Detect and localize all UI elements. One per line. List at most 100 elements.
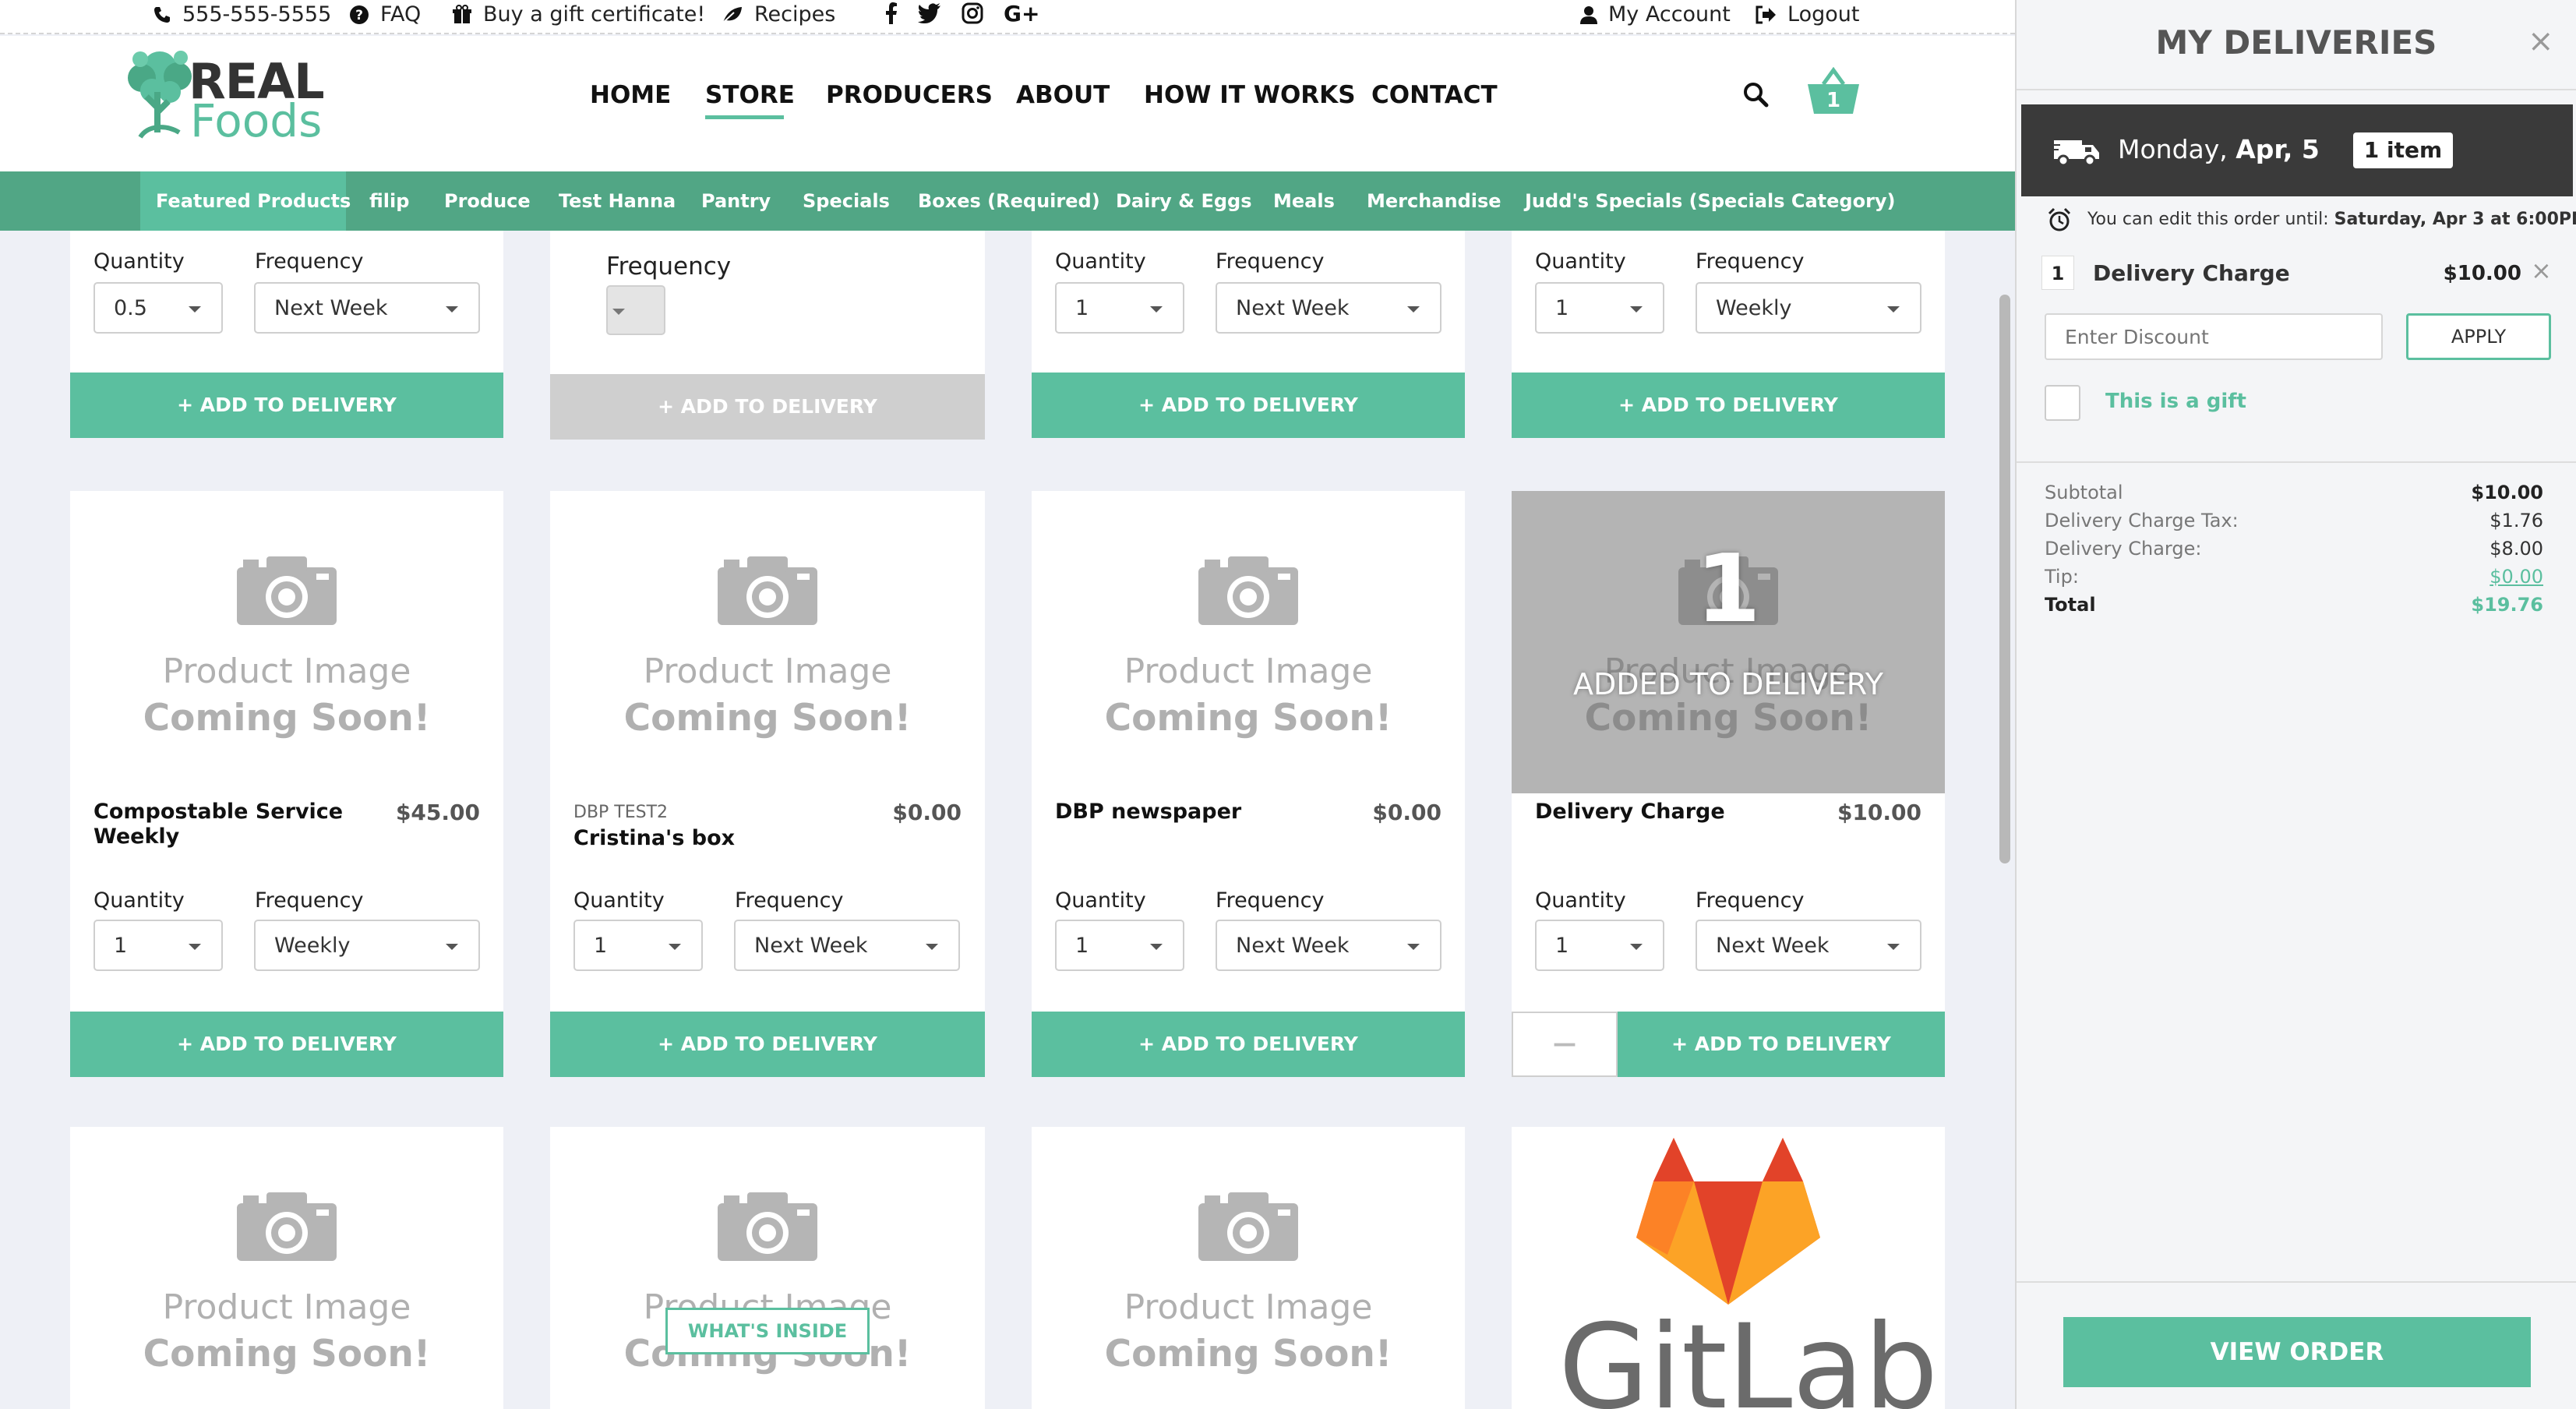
- product-name[interactable]: DBP newspaper: [1055, 800, 1312, 825]
- quantity-select[interactable]: 1: [94, 920, 223, 971]
- phone-icon: [153, 5, 171, 24]
- quantity-value: 1: [114, 934, 128, 958]
- user-icon: [1580, 5, 1597, 24]
- nav-how-it-works[interactable]: HOW IT WORKS: [1144, 81, 1356, 109]
- quantity-select[interactable]: 1: [1055, 282, 1184, 334]
- page-scrollbar[interactable]: [1999, 295, 2010, 863]
- category-judds-specials[interactable]: Judd's Specials (Specials Category): [1525, 171, 1896, 231]
- quantity-select[interactable]: 1: [1055, 920, 1184, 971]
- frequency-select[interactable]: Next Week: [1216, 920, 1442, 971]
- frequency-select[interactable]: Next Week: [1696, 920, 1921, 971]
- category-filip[interactable]: filip: [369, 171, 409, 231]
- gift-checkbox[interactable]: [2045, 385, 2080, 421]
- category-produce[interactable]: Produce: [444, 171, 531, 231]
- add-to-delivery-button[interactable]: + ADD TO DELIVERY: [550, 374, 985, 440]
- placeholder-line2: Coming Soon!: [143, 697, 431, 740]
- phone-number: 555-555-5555: [182, 2, 332, 26]
- quantity-label: Quantity: [1535, 249, 1626, 274]
- frequency-value: Next Week: [1716, 934, 1830, 958]
- alarm-clock-icon: [2048, 207, 2071, 231]
- faq-label: FAQ: [380, 2, 422, 26]
- twitter-icon[interactable]: [918, 3, 941, 23]
- search-icon[interactable]: [1742, 81, 1769, 108]
- frequency-select[interactable]: Next Week: [734, 920, 960, 971]
- delivery-truck-icon: [2052, 140, 2099, 167]
- quantity-value: 0.5: [114, 296, 147, 320]
- category-pantry[interactable]: Pantry: [701, 171, 771, 231]
- quantity-select[interactable]: 0.5: [94, 282, 223, 334]
- gift-checkbox-label[interactable]: This is a gift: [2105, 390, 2246, 413]
- frequency-label: Frequency: [255, 249, 364, 274]
- logout-link[interactable]: Logout: [1755, 2, 1859, 26]
- my-account-label: My Account: [1608, 2, 1731, 26]
- whats-inside-button[interactable]: WHAT'S INSIDE: [665, 1308, 870, 1354]
- recipes-label: Recipes: [754, 2, 836, 26]
- product-image-added: Product Image Coming Soon! 1 ADDED TO DE…: [1512, 491, 1945, 793]
- my-account-link[interactable]: My Account: [1580, 2, 1731, 26]
- remove-item-icon[interactable]: ×: [2531, 256, 2552, 285]
- frequency-label: Frequency: [1696, 249, 1805, 274]
- frequency-select-disabled[interactable]: [606, 285, 665, 335]
- logout-label: Logout: [1787, 2, 1860, 26]
- add-to-delivery-button[interactable]: + ADD TO DELIVERY: [1032, 373, 1465, 438]
- category-dairy-eggs[interactable]: Dairy & Eggs: [1116, 171, 1252, 231]
- decrease-quantity-button[interactable]: —: [1512, 1012, 1618, 1077]
- nav-about[interactable]: ABOUT: [1016, 81, 1110, 109]
- site-logo[interactable]: REAL Foods: [117, 45, 327, 147]
- line-quantity[interactable]: 1: [2041, 256, 2074, 290]
- view-order-button[interactable]: VIEW ORDER: [2063, 1317, 2531, 1387]
- category-featured-products[interactable]: Featured Products: [156, 171, 351, 231]
- recipes-link[interactable]: Recipes: [722, 2, 835, 26]
- delivery-date-header[interactable]: Monday, Apr, 5 1 item: [2021, 104, 2573, 196]
- frequency-select[interactable]: Next Week: [254, 282, 480, 334]
- logo-text-foods: Foods: [190, 94, 323, 147]
- summary-value: $10.00: [2471, 482, 2543, 503]
- category-meals[interactable]: Meals: [1273, 171, 1335, 231]
- faq-link[interactable]: ? FAQ: [349, 2, 421, 26]
- product-name[interactable]: Delivery Charge: [1535, 800, 1792, 825]
- add-to-delivery-button[interactable]: + ADD TO DELIVERY: [1618, 1012, 1945, 1077]
- category-specials[interactable]: Specials: [803, 171, 890, 231]
- google-plus-icon[interactable]: G+: [1004, 2, 1038, 24]
- gift-certificate-link[interactable]: Buy a gift certificate!: [452, 2, 705, 26]
- gitlab-wordmark: GitLab: [1558, 1300, 1939, 1409]
- product-name[interactable]: Compostable Service Weekly: [94, 800, 351, 849]
- phone-link[interactable]: 555-555-5555: [153, 2, 331, 26]
- summary-value: $1.76: [2490, 510, 2543, 531]
- quantity-value: 1: [1075, 934, 1089, 958]
- add-to-delivery-button[interactable]: + ADD TO DELIVERY: [1032, 1012, 1465, 1077]
- product-card: Quantity Frequency 1 Next Week + ADD TO …: [1032, 231, 1465, 438]
- quantity-select[interactable]: 1: [573, 920, 703, 971]
- facebook-icon[interactable]: [885, 2, 898, 24]
- summary-divider: [2017, 461, 2576, 463]
- add-to-delivery-button[interactable]: + ADD TO DELIVERY: [550, 1012, 985, 1077]
- instagram-icon[interactable]: [962, 2, 983, 24]
- edit-note-text: You can edit this order until:: [2087, 210, 2329, 229]
- add-to-delivery-button[interactable]: + ADD TO DELIVERY: [1512, 373, 1945, 438]
- camera-icon: [718, 1192, 817, 1261]
- nav-producers[interactable]: PRODUCERS: [826, 81, 993, 109]
- tip-link[interactable]: $0.00: [2490, 563, 2543, 591]
- nav-contact[interactable]: CONTACT: [1371, 81, 1498, 109]
- frequency-select[interactable]: Weekly: [254, 920, 480, 971]
- nav-home[interactable]: HOME: [590, 81, 671, 109]
- add-to-delivery-button[interactable]: + ADD TO DELIVERY: [70, 373, 503, 438]
- close-icon[interactable]: ×: [2528, 23, 2554, 59]
- chevron-down-icon: [926, 944, 938, 950]
- nav-store[interactable]: STORE: [705, 81, 795, 109]
- quantity-select[interactable]: 1: [1535, 920, 1664, 971]
- cart-button[interactable]: 1: [1806, 67, 1861, 117]
- product-card: Product Image Coming Soon! DBP TEST2 Cri…: [550, 491, 985, 1077]
- discount-input[interactable]: [2045, 313, 2383, 360]
- apply-discount-button[interactable]: APPLY: [2406, 313, 2551, 360]
- chevron-down-icon: [1150, 944, 1163, 950]
- quantity-select[interactable]: 1: [1535, 282, 1664, 334]
- category-boxes-required[interactable]: Boxes (Required): [918, 171, 1100, 231]
- category-merchandise[interactable]: Merchandise: [1367, 171, 1501, 231]
- frequency-select[interactable]: Weekly: [1696, 282, 1921, 334]
- category-test-hanna[interactable]: Test Hanna: [559, 171, 676, 231]
- frequency-select[interactable]: Next Week: [1216, 282, 1442, 334]
- add-to-delivery-button[interactable]: + ADD TO DELIVERY: [70, 1012, 503, 1077]
- frequency-value: Next Week: [274, 296, 388, 320]
- product-name[interactable]: Cristina's box: [573, 826, 831, 851]
